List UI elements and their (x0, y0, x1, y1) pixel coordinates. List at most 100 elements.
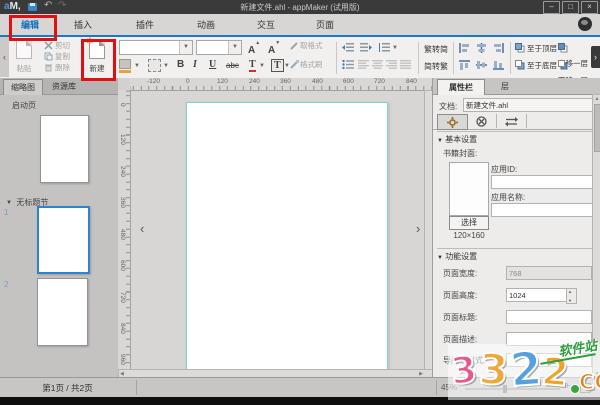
italic-button[interactable]: I (193, 59, 197, 70)
bold-button[interactable]: B (177, 59, 184, 70)
chevron-down-icon[interactable]: ▼ (163, 63, 169, 69)
page-title-input[interactable] (506, 310, 592, 324)
properties-panel: 属性栏 层 文档: ▼ 基本设置 书籍封面: 应用ID: 应用名称: 选择 12… (432, 78, 600, 377)
select-cover-button[interactable]: 选择 (449, 216, 489, 230)
font-size-select[interactable]: ▼ (196, 40, 242, 55)
chevron-down-icon[interactable]: ▼ (179, 41, 192, 54)
tab-resource-library[interactable]: 资源库 (45, 79, 83, 94)
align-top-button[interactable] (459, 60, 470, 70)
chevron-down-icon[interactable]: ▼ (228, 41, 241, 54)
page-number: 2 (4, 280, 8, 289)
transition-tab[interactable] (497, 114, 527, 128)
section-basic-settings[interactable]: ▼ 基本设置 (437, 131, 593, 145)
disable-tab[interactable] (467, 114, 497, 128)
ribbon-collapse-button[interactable]: ‹ (0, 37, 9, 77)
send-to-back-button[interactable]: 至于底层 (515, 60, 525, 70)
align-right-button[interactable] (493, 43, 504, 53)
prev-page-arrow[interactable]: ‹ (140, 221, 144, 236)
gear-icon (447, 117, 458, 128)
trad-to-simp-button[interactable]: 繁转简 (424, 44, 448, 55)
font-smaller-button[interactable]: A▼ (268, 40, 280, 58)
scissors-icon (44, 41, 53, 50)
watermark-3322cc: 3 3 2 2 CC 软件站 (438, 336, 600, 402)
close-button[interactable]: × (581, 1, 598, 14)
tab-layers[interactable]: 层 (487, 79, 523, 94)
bullet-list-button[interactable] (342, 60, 354, 69)
divider (418, 42, 419, 74)
app-id-input[interactable] (491, 175, 595, 189)
appmaker-window: aM, ↶ ↷ 新建文件.ahl - appMaker (试用版) – □ × … (0, 0, 600, 405)
layers-icon (515, 60, 525, 70)
tab-insert[interactable]: 插入 (61, 17, 105, 34)
stepper-up-icon[interactable]: ▲ (568, 289, 572, 294)
swap-arrows-icon (505, 116, 518, 127)
line-spacing-button[interactable] (378, 43, 390, 52)
fill-color-swatch (119, 70, 131, 73)
triangle-down-icon: ▼ (437, 255, 443, 261)
copy-button[interactable]: 复制 (44, 52, 53, 61)
pick-format-button[interactable]: 取格式 (290, 41, 299, 50)
book-cover-placeholder[interactable] (449, 162, 489, 216)
align-justify-right-icon (386, 60, 397, 69)
align-center-h-button[interactable] (476, 43, 487, 53)
page-height-input[interactable] (506, 288, 570, 302)
scroll-up-icon[interactable]: ▲ (593, 96, 600, 102)
underline-button[interactable]: U (209, 59, 216, 70)
border-color-button[interactable] (148, 59, 161, 72)
align-middle-v-button[interactable] (476, 60, 487, 70)
section-function-settings[interactable]: ▼ 功能设置 (437, 248, 593, 262)
start-page-label: 启动页 (12, 100, 36, 111)
page-height-stepper[interactable]: ▲ ▼ (566, 288, 577, 304)
delete-button[interactable]: 删除 (44, 63, 53, 72)
tab-edit[interactable]: 编辑 (8, 17, 52, 34)
strikethrough-button[interactable]: abc (226, 61, 239, 70)
next-page-arrow[interactable]: › (416, 221, 420, 236)
chevron-down-icon[interactable]: ▼ (392, 45, 398, 51)
app-name-input[interactable] (491, 203, 595, 217)
cut-button[interactable]: 剪切 (44, 41, 53, 50)
chevron-down-icon[interactable]: ▼ (259, 63, 265, 69)
page-1-thumbnail[interactable] (37, 206, 90, 274)
align-justify-left-icon (358, 60, 369, 69)
align-justify-full-icon (400, 60, 411, 69)
divider (510, 42, 511, 74)
start-page-thumbnail[interactable] (40, 115, 89, 183)
align-bottom-button[interactable] (493, 60, 504, 70)
bring-to-front-button[interactable]: 至于顶层 (515, 43, 525, 53)
dropper-icon (290, 41, 299, 50)
document-name-input[interactable] (463, 98, 597, 112)
tab-thumbnails[interactable]: 缩略图 (3, 79, 43, 95)
chevron-down-icon[interactable]: ▼ (134, 63, 140, 69)
design-page[interactable] (186, 102, 388, 372)
left-panel-tabbar: 缩略图 资源库 (0, 78, 118, 95)
settings-tab[interactable] (437, 114, 468, 130)
triangle-down-icon: ▼ (437, 138, 443, 144)
ribbon-overflow-button[interactable]: › (591, 46, 600, 68)
watermark-digit: 3 (478, 344, 510, 394)
indent-decrease-button[interactable] (342, 43, 354, 52)
text-style-button[interactable]: T (271, 59, 284, 72)
font-bigger-button[interactable]: A▲ (248, 40, 260, 58)
font-family-select[interactable]: ▼ (119, 40, 193, 55)
new-button[interactable]: 新建 (82, 63, 112, 74)
simp-to-trad-button[interactable]: 简转繁 (424, 61, 448, 72)
paste-button[interactable]: 粘贴 (10, 63, 38, 74)
indent-increase-button[interactable] (360, 43, 372, 52)
format-painter-button[interactable]: 格式刷 (290, 60, 299, 69)
divider (136, 380, 137, 395)
text-color-button[interactable]: T (249, 59, 256, 72)
stepper-down-icon[interactable]: ▼ (568, 298, 572, 303)
tab-plugin[interactable]: 插件 (123, 17, 167, 34)
minimize-button[interactable]: – (543, 1, 560, 14)
page-2-thumbnail[interactable] (37, 278, 88, 346)
horizontal-ruler: -120 0 120 240 360 480 600 720 840 (130, 78, 432, 91)
align-left-button[interactable] (459, 43, 470, 53)
maximize-button[interactable]: □ (562, 1, 579, 14)
fill-color-button[interactable] (119, 59, 131, 73)
tab-properties[interactable]: 属性栏 (437, 79, 485, 95)
account-icon[interactable] (578, 17, 592, 31)
tab-page[interactable]: 页面 (303, 17, 347, 34)
scrollbar-thumb[interactable] (594, 104, 600, 152)
tab-animation[interactable]: 动画 (184, 17, 228, 34)
tab-interact[interactable]: 交互 (244, 17, 288, 34)
